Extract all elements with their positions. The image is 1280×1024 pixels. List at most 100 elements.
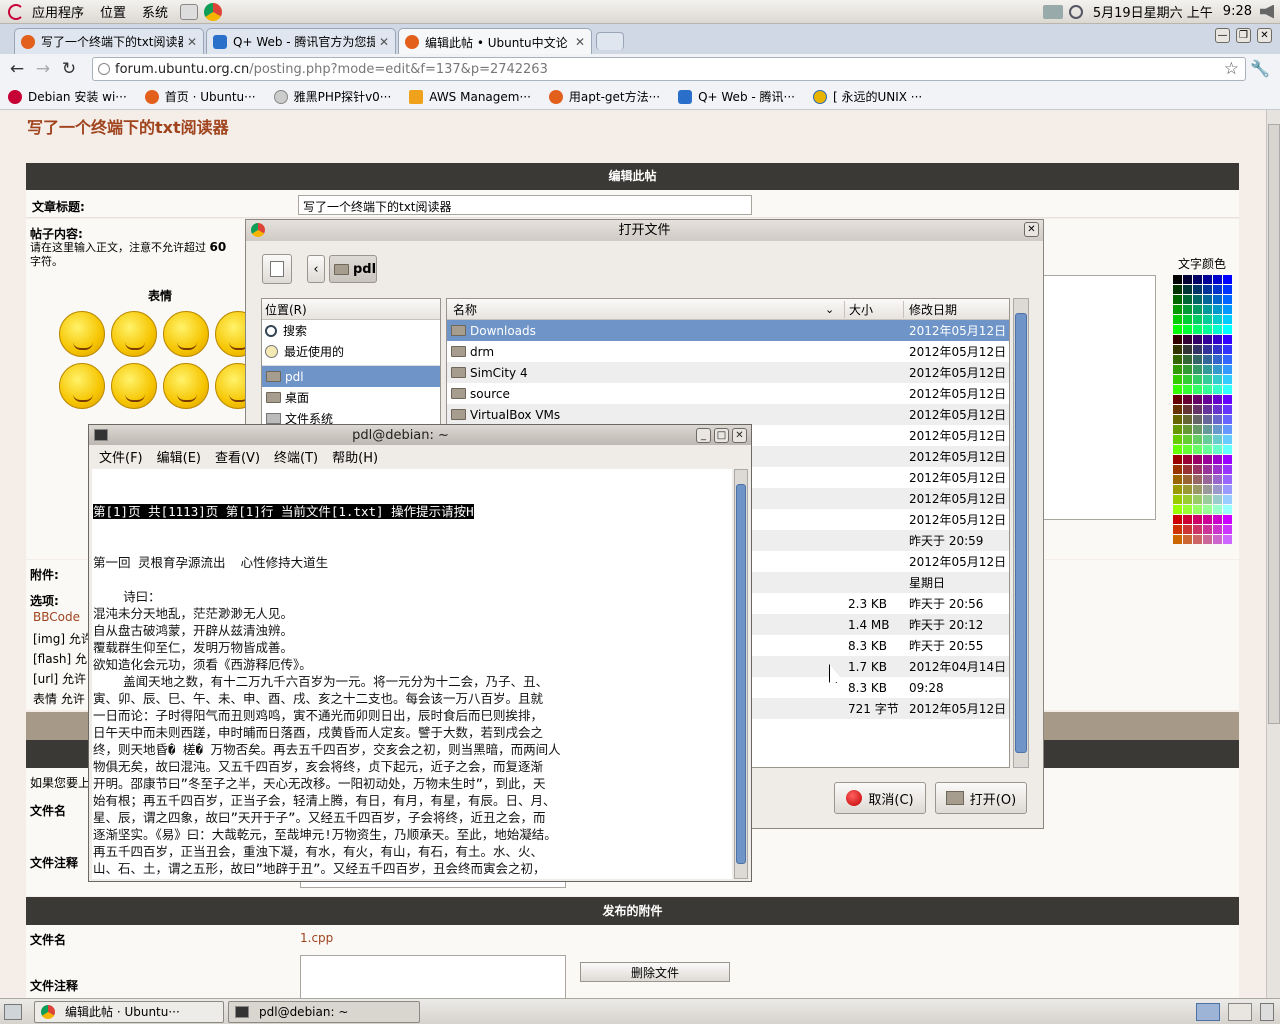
- color-swatch[interactable]: [1203, 465, 1212, 474]
- color-swatch[interactable]: [1223, 365, 1232, 374]
- tab-close-icon[interactable]: ✕: [183, 35, 197, 49]
- workspace-switcher-icon[interactable]: [1196, 1002, 1220, 1021]
- color-swatch[interactable]: [1183, 275, 1192, 284]
- color-swatch[interactable]: [1173, 395, 1182, 404]
- color-swatch[interactable]: [1183, 455, 1192, 464]
- menu-system[interactable]: 系统: [134, 2, 176, 21]
- color-swatch[interactable]: [1173, 505, 1182, 514]
- bookmark-item[interactable]: 雅黑PHP探针v0···: [273, 88, 391, 105]
- color-swatch[interactable]: [1173, 445, 1182, 454]
- color-swatch[interactable]: [1183, 385, 1192, 394]
- color-swatch[interactable]: [1213, 305, 1222, 314]
- column-size[interactable]: 大小: [845, 300, 904, 318]
- color-swatch[interactable]: [1193, 365, 1202, 374]
- color-swatch[interactable]: [1193, 345, 1202, 354]
- color-swatch[interactable]: [1183, 335, 1192, 344]
- color-swatch[interactable]: [1203, 405, 1212, 414]
- terminal-menu-file[interactable]: 文件(F): [99, 447, 143, 466]
- tab-edit-post[interactable]: 编辑此帖 • Ubuntu中文论 ✕: [398, 28, 592, 55]
- open-button[interactable]: 打开(O): [935, 782, 1027, 814]
- file-row[interactable]: SimCity 4 2012年05月12日: [447, 362, 1009, 383]
- color-swatch[interactable]: [1213, 485, 1222, 494]
- color-swatch[interactable]: [1173, 495, 1182, 504]
- color-swatch[interactable]: [1203, 325, 1212, 334]
- color-swatch[interactable]: [1203, 295, 1212, 304]
- smiley-emoji[interactable]: [163, 311, 209, 357]
- dialog-close-icon[interactable]: ✕: [1024, 222, 1039, 237]
- color-swatch[interactable]: [1203, 475, 1212, 484]
- color-swatch[interactable]: [1193, 375, 1202, 384]
- color-swatch[interactable]: [1213, 535, 1222, 544]
- new-tab-button[interactable]: [596, 32, 624, 50]
- file-row[interactable]: Downloads 2012年05月12日: [447, 320, 1009, 341]
- color-swatch[interactable]: [1183, 405, 1192, 414]
- type-filename-button[interactable]: [262, 254, 292, 284]
- bookmark-item[interactable]: Debian 安装 wi···: [8, 88, 127, 105]
- page-scrollbar[interactable]: [1266, 110, 1280, 998]
- color-swatch[interactable]: [1183, 515, 1192, 524]
- color-swatch[interactable]: [1193, 325, 1202, 334]
- panel-time[interactable]: 9:28: [1223, 4, 1252, 19]
- color-swatch[interactable]: [1183, 435, 1192, 444]
- place-search[interactable]: 搜索: [262, 320, 440, 341]
- color-swatch[interactable]: [1213, 295, 1222, 304]
- color-swatch[interactable]: [1183, 495, 1192, 504]
- color-swatch[interactable]: [1203, 455, 1212, 464]
- color-swatch[interactable]: [1173, 375, 1182, 384]
- color-swatch[interactable]: [1223, 425, 1232, 434]
- color-swatch[interactable]: [1203, 425, 1212, 434]
- color-swatch[interactable]: [1173, 285, 1182, 294]
- show-desktop-icon[interactable]: [4, 1003, 22, 1020]
- color-swatch[interactable]: [1173, 295, 1182, 304]
- places-header[interactable]: 位置(R): [262, 299, 440, 320]
- color-swatch[interactable]: [1223, 535, 1232, 544]
- color-swatch[interactable]: [1213, 495, 1222, 504]
- subject-input[interactable]: 写了一个终端下的txt阅读器: [298, 195, 752, 215]
- color-swatch[interactable]: [1183, 485, 1192, 494]
- color-swatch[interactable]: [1183, 505, 1192, 514]
- color-swatch[interactable]: [1223, 405, 1232, 414]
- color-swatch[interactable]: [1223, 395, 1232, 404]
- color-swatch[interactable]: [1213, 405, 1222, 414]
- address-bar[interactable]: forum.ubuntu.org.cn/posting.php?mode=edi…: [92, 57, 1246, 81]
- maximize-icon[interactable]: □: [714, 427, 729, 443]
- close-window-icon[interactable]: ✕: [1257, 28, 1272, 43]
- color-swatch[interactable]: [1183, 305, 1192, 314]
- color-swatch[interactable]: [1223, 415, 1232, 424]
- volume-icon[interactable]: [1260, 4, 1274, 19]
- color-swatch[interactable]: [1213, 345, 1222, 354]
- terminal-output[interactable]: 第[1]页 共[1113]页 第[1]行 当前文件[1.txt] 操作提示请按H…: [92, 469, 732, 879]
- posted-filenote-textarea[interactable]: [300, 955, 566, 998]
- color-swatch[interactable]: [1223, 525, 1232, 534]
- terminal-menu-view[interactable]: 查看(V): [215, 447, 260, 466]
- color-swatch[interactable]: [1203, 505, 1212, 514]
- wrench-menu-icon[interactable]: 🔧: [1250, 59, 1270, 78]
- color-swatch[interactable]: [1193, 335, 1202, 344]
- color-swatch[interactable]: [1203, 395, 1212, 404]
- color-swatch[interactable]: [1213, 455, 1222, 464]
- trash-icon[interactable]: [1260, 1002, 1274, 1021]
- color-swatch[interactable]: [1193, 465, 1202, 474]
- color-swatch[interactable]: [1223, 315, 1232, 324]
- bookmark-item[interactable]: 首页 · Ubuntu···: [144, 88, 256, 105]
- search-tool-icon[interactable]: [1068, 4, 1083, 19]
- color-swatch[interactable]: [1203, 305, 1212, 314]
- color-swatch[interactable]: [1223, 485, 1232, 494]
- path-back-button[interactable]: ‹: [307, 255, 325, 283]
- terminal-menu-terminal[interactable]: 终端(T): [274, 447, 318, 466]
- color-swatch[interactable]: [1213, 465, 1222, 474]
- color-swatch[interactable]: [1213, 385, 1222, 394]
- color-swatch[interactable]: [1213, 335, 1222, 344]
- color-swatch[interactable]: [1223, 305, 1232, 314]
- chrome-launcher-icon[interactable]: [204, 2, 223, 21]
- color-swatch[interactable]: [1173, 315, 1182, 324]
- bookmark-item[interactable]: Q+ Web - 腾讯···: [678, 88, 795, 105]
- color-swatch[interactable]: [1223, 355, 1232, 364]
- color-swatch[interactable]: [1223, 325, 1232, 334]
- color-swatch[interactable]: [1173, 365, 1182, 374]
- color-swatch[interactable]: [1223, 505, 1232, 514]
- color-swatch[interactable]: [1203, 415, 1212, 424]
- place-desktop[interactable]: 桌面: [262, 387, 440, 408]
- tab-txt-reader[interactable]: 写了一个终端下的txt阅读器 ✕: [14, 28, 204, 54]
- color-swatch[interactable]: [1213, 395, 1222, 404]
